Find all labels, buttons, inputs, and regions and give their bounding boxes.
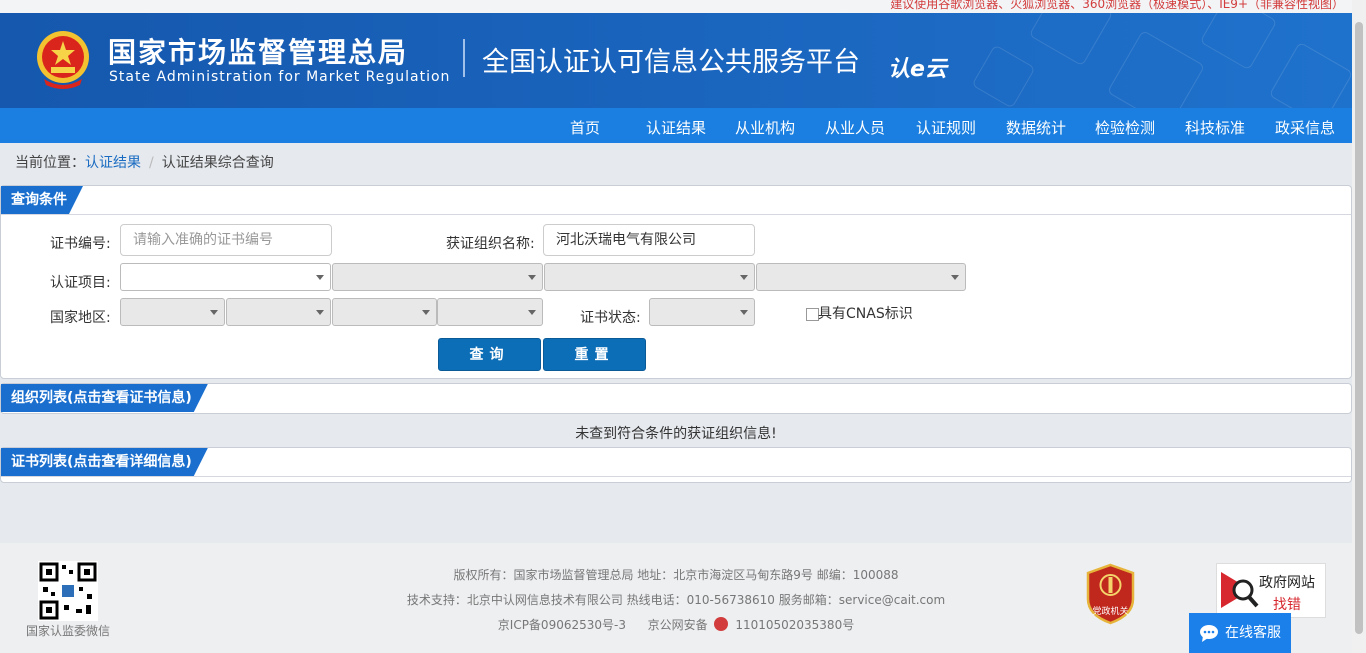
police-label: 京公网安备 [647,618,708,632]
project-label: 认证项目: [50,275,111,291]
project-select-3[interactable] [544,263,755,291]
scrollbar-thumb[interactable] [1355,22,1363,634]
org-list-panel: 组织列表(点击查看证书信息) [0,383,1352,414]
nav-item-standards[interactable]: 科技标准 [1185,117,1245,138]
project-select-1[interactable] [120,263,331,291]
status-select[interactable] [649,298,755,326]
cnas-label: 具有CNAS标识 [818,306,913,322]
site-footer: 国家认监委微信 版权所有：国家市场监督管理总局 地址：北京市海淀区马甸东路9号 … [0,543,1352,653]
icp-link[interactable]: 京ICP备09062530号-3 [498,618,626,632]
search-button[interactable]: 查询 [438,338,541,371]
online-service-label: 在线客服 [1225,625,1281,641]
platform-title: 全国认证认可信息公共服务平台 [482,47,860,78]
browser-notice-text: 建议使用谷歌浏览器、火狐浏览器、360浏览器（极速模式）、IE9+（非兼容性视图… [890,0,1344,11]
nav-item-inspection[interactable]: 检验检测 [1095,117,1155,138]
online-service-button[interactable]: 在线客服 [1189,613,1291,653]
nav-item-practitioners[interactable]: 从业人员 [825,117,885,138]
national-emblem-icon [37,31,89,89]
chevron-down-icon [951,275,959,280]
gov-error-label: 找错 [1273,597,1301,613]
reset-button[interactable]: 重置 [543,338,646,371]
footer-support: 技术支持：北京中认网信息技术有限公司 热线电话：010-56738610 服务邮… [406,593,946,607]
org-name-input[interactable]: 河北沃瑞电气有限公司 [543,224,755,256]
org-name-cn: 国家市场监督管理总局 [108,36,409,69]
police-emblem-icon [714,617,729,631]
breadcrumb-prefix: 当前位置： [15,155,85,171]
chevron-down-icon [210,310,218,315]
query-panel-title: 查询条件 [1,186,83,214]
chevron-down-icon [740,310,748,315]
org-name-label: 获证组织名称: [446,236,535,252]
status-label: 证书状态: [580,310,641,326]
org-list-header: 组织列表(点击查看证书信息) [1,384,1351,412]
main-nav: 首页 认证结果 从业机构 从业人员 认证规则 数据统计 检验检测 科技标准 政采… [0,108,1352,143]
nav-item-cert-rules[interactable]: 认证规则 [916,117,976,138]
footer-icp-row: 京ICP备09062530号-3 京公网安备 11010502035380号 [0,616,1352,633]
breadcrumb-link-cert-results[interactable]: 认证结果 [85,155,141,171]
org-list-title: 组织列表(点击查看证书信息) [1,384,208,412]
breadcrumb-current: 认证结果综合查询 [161,155,274,171]
query-panel-header: 查询条件 [1,186,1351,215]
nav-item-institutions[interactable]: 从业机构 [735,117,795,138]
nav-item-home[interactable]: 首页 [570,117,600,138]
cert-no-label: 证书编号: [50,236,111,252]
chevron-down-icon [316,275,324,280]
chevron-down-icon [528,275,536,280]
region-select-3[interactable] [332,298,437,326]
vertical-scrollbar[interactable] [1352,0,1366,653]
browser-notice-bar: 建议使用谷歌浏览器、火狐浏览器、360浏览器（极速模式）、IE9+（非兼容性视图… [0,0,1352,13]
chevron-down-icon [316,310,324,315]
project-select-2[interactable] [332,263,543,291]
region-select-4[interactable] [437,298,543,326]
cert-list-header: 证书列表(点击查看详细信息) [1,448,1351,477]
gov-site-label: 政府网站 [1259,575,1315,591]
breadcrumb: 当前位置：认证结果 / 认证结果综合查询 [15,152,274,172]
header-divider [463,39,465,77]
gov-site-error-report[interactable]: 政府网站 找错 [1216,563,1326,618]
breadcrumb-separator: / [149,155,154,171]
cert-list-panel: 证书列表(点击查看详细信息) [0,447,1352,483]
cert-list-title: 证书列表(点击查看详细信息) [1,448,208,476]
chevron-down-icon [528,310,536,315]
org-name-en: State Administration for Market Regulati… [109,69,451,85]
org-list-empty-message: 未查到符合条件的获证组织信息! [575,426,777,442]
chevron-down-icon [740,275,748,280]
project-select-4[interactable] [756,263,966,291]
magnifier-icon [1221,572,1259,608]
region-select-2[interactable] [226,298,331,326]
nav-item-procurement[interactable]: 政采信息 [1275,117,1335,138]
police-number-link[interactable]: 11010502035380号 [735,618,854,632]
chevron-down-icon [422,310,430,315]
cloud-logo: 认e云 [888,57,947,82]
chat-bubble-icon [1200,625,1218,642]
cert-no-input[interactable]: 请输入准确的证书编号 [120,224,332,256]
party-badge-text: 党政机关 [1092,607,1129,617]
region-select-1[interactable] [120,298,225,326]
region-label: 国家地区: [50,310,111,326]
site-header: 国家市场监督管理总局 State Administration for Mark… [0,13,1352,108]
nav-item-statistics[interactable]: 数据统计 [1006,117,1066,138]
nav-item-cert-results[interactable]: 认证结果 [646,117,706,138]
footer-copyright: 版权所有：国家市场监督管理总局 地址：北京市海淀区马甸东路9号 邮编：10008… [453,568,899,582]
party-org-badge[interactable]: 党政机关 [1085,563,1136,625]
